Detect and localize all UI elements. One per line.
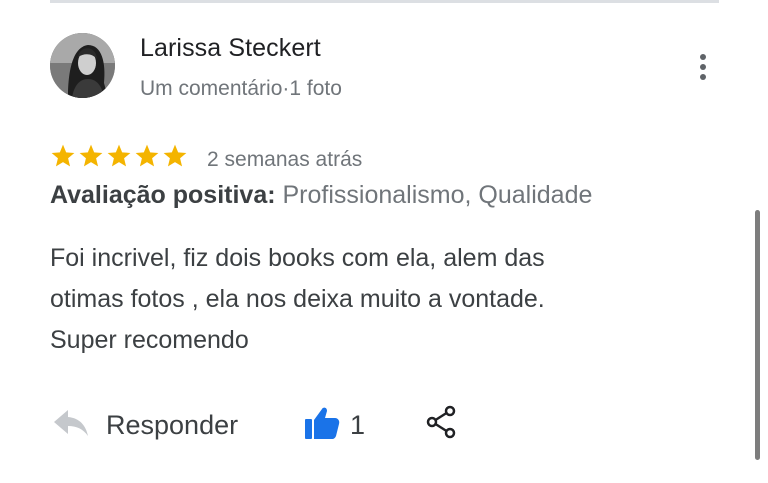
reply-label: Responder bbox=[106, 410, 239, 440]
share-button[interactable] bbox=[426, 405, 458, 444]
review-actions: Responder 1 bbox=[0, 400, 768, 452]
review-text-line: Super recomendo bbox=[50, 326, 249, 354]
attributes-label: Avaliação positiva: bbox=[50, 181, 276, 209]
reply-arrow-icon bbox=[52, 408, 90, 443]
divider bbox=[50, 0, 719, 3]
reply-button[interactable]: Responder bbox=[52, 408, 238, 443]
review-text: Foi incrivel, fiz dois books com ela, al… bbox=[50, 238, 690, 361]
scrollbar[interactable] bbox=[755, 210, 763, 480]
star-icon bbox=[163, 144, 187, 167]
share-icon bbox=[426, 405, 458, 443]
more-vertical-icon-dot bbox=[700, 64, 706, 70]
star-icon bbox=[107, 144, 131, 167]
avatar[interactable] bbox=[50, 33, 115, 98]
review-date: 2 semanas atrás bbox=[207, 148, 363, 171]
more-vertical-icon-dot bbox=[700, 74, 706, 80]
review-text-line: Foi incrivel, fiz dois books com ela, al… bbox=[50, 244, 545, 272]
review-attributes: Avaliação positiva: Profissionalismo, Qu… bbox=[50, 181, 592, 210]
thumbs-up-icon bbox=[304, 406, 340, 445]
reviewer-meta: Um comentário·1 foto bbox=[140, 77, 342, 100]
star-icon bbox=[51, 144, 75, 167]
more-vertical-icon bbox=[700, 54, 706, 60]
star-icon bbox=[79, 144, 103, 167]
review-card: Larissa Steckert Um comentário·1 foto 2 … bbox=[0, 0, 768, 483]
like-count: 1 bbox=[350, 410, 366, 440]
attributes-values: Profissionalismo, Qualidade bbox=[275, 181, 593, 209]
review-text-line: otimas fotos , ela nos deixa muito a von… bbox=[50, 285, 545, 313]
star-rating bbox=[50, 143, 188, 169]
more-options-button[interactable] bbox=[688, 48, 718, 86]
star-icon bbox=[135, 144, 159, 167]
scrollbar-thumb[interactable] bbox=[755, 210, 760, 460]
like-button[interactable]: 1 bbox=[304, 406, 365, 445]
reviewer-name[interactable]: Larissa Steckert bbox=[140, 34, 321, 63]
